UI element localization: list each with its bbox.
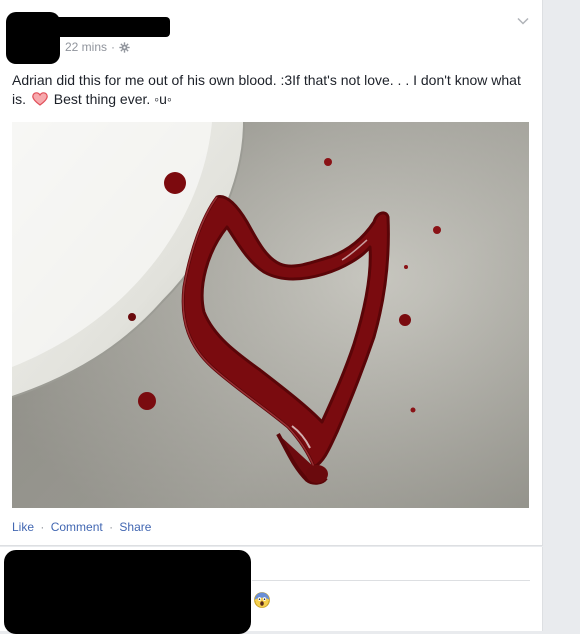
face-screaming-emoji-icon [254,592,270,608]
gear-icon[interactable] [119,41,130,53]
blood-drop [138,392,156,410]
heart-emoji-icon [32,92,48,106]
blood-drop [410,407,416,413]
post-meta: 22 mins · [65,40,130,54]
post-photo[interactable] [12,122,529,508]
blood-drop [164,172,186,194]
like-link[interactable]: Like [12,520,34,534]
blood-drop [404,265,408,269]
redacted-author-name [40,17,170,37]
post-timestamp[interactable]: 22 mins [65,40,107,54]
redacted-comment [4,550,251,634]
action-separator: · [109,520,114,534]
meta-separator: · [111,40,116,54]
blood-drop [433,226,441,234]
post-text-ending: Best thing ever. ◦u◦ [53,91,172,107]
comment-card [0,547,543,634]
chevron-down-icon[interactable] [516,14,530,28]
share-link[interactable]: Share [119,520,151,534]
blood-drip [306,465,328,483]
action-separator: · [40,520,45,534]
comment-divider [252,580,530,581]
comment-link[interactable]: Comment [51,520,103,534]
post-actions: Like · Comment · Share [12,520,151,534]
blood-drop [128,313,136,321]
blood-drop [324,158,332,166]
post-card: 22 mins · Adrian did this for me out of … [0,0,543,546]
blood-drop [399,314,411,326]
post-text: Adrian did this for me out of his own bl… [12,71,522,109]
